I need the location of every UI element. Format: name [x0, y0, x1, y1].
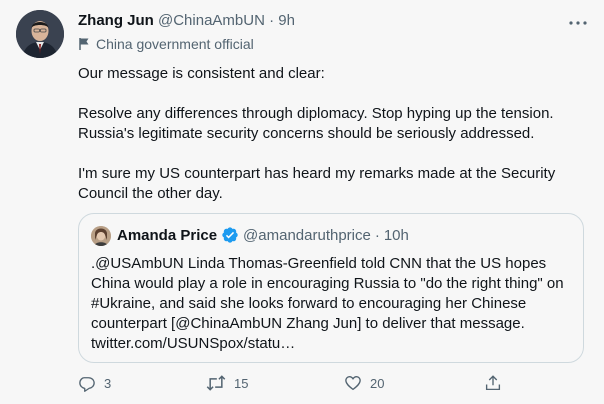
retweet-count: 15: [234, 375, 249, 391]
tweet-time[interactable]: 9h: [278, 12, 295, 29]
quote-author-handle[interactable]: @amandaruthprice: [243, 227, 371, 244]
tweet-header: Zhang Jun @ChinaAmbUN · 9h: [78, 12, 588, 34]
quote-author-photo: [91, 226, 111, 246]
like-count: 20: [370, 375, 385, 391]
flag-icon: [79, 38, 89, 50]
quote-text: .@USAmbUN Linda Thomas-Greenfield told C…: [91, 255, 564, 352]
quote-author-name[interactable]: Amanda Price: [117, 227, 217, 244]
retweet-button[interactable]: 15: [206, 374, 248, 392]
reply-count: 3: [104, 375, 112, 391]
verified-badge-icon: [222, 227, 238, 243]
heart-icon: [345, 376, 361, 391]
account-label[interactable]: China government official: [78, 36, 254, 52]
reply-button[interactable]: 3: [78, 374, 111, 392]
tweet-paragraph: I'm sure my US counterpart has heard my …: [78, 165, 556, 202]
separator-dot: ·: [269, 12, 275, 29]
tweet-text: Our message is consistent and clear: Res…: [78, 64, 588, 204]
quote-time[interactable]: 10h: [384, 227, 409, 244]
quoted-tweet[interactable]: Amanda Price @amandaruthprice · 10h .@US…: [78, 213, 584, 363]
share-icon: [485, 375, 501, 391]
separator-dot: ·: [374, 226, 380, 244]
account-label-text: China government official: [96, 36, 254, 52]
tweet-paragraph: Resolve any differences through diplomac…: [78, 105, 554, 142]
share-button[interactable]: [484, 374, 502, 392]
author-handle[interactable]: @ChinaAmbUN: [158, 12, 265, 29]
author-photo: [16, 10, 64, 58]
quote-author-avatar: [91, 226, 111, 246]
retweet-icon: [206, 375, 226, 391]
more-options-icon[interactable]: [566, 12, 590, 34]
author-name[interactable]: Zhang Jun: [78, 12, 154, 29]
tweet-paragraph: Our message is consistent and clear:: [78, 65, 325, 82]
like-button[interactable]: 20: [344, 374, 384, 392]
quote-header: Amanda Price @amandaruthprice · 10h: [117, 226, 409, 244]
author-avatar[interactable]: [16, 10, 64, 58]
tweet-actions: 3 15 20: [78, 374, 518, 396]
reply-icon: [79, 377, 95, 392]
tweet[interactable]: Zhang Jun @ChinaAmbUN · 9h China governm…: [0, 0, 604, 404]
